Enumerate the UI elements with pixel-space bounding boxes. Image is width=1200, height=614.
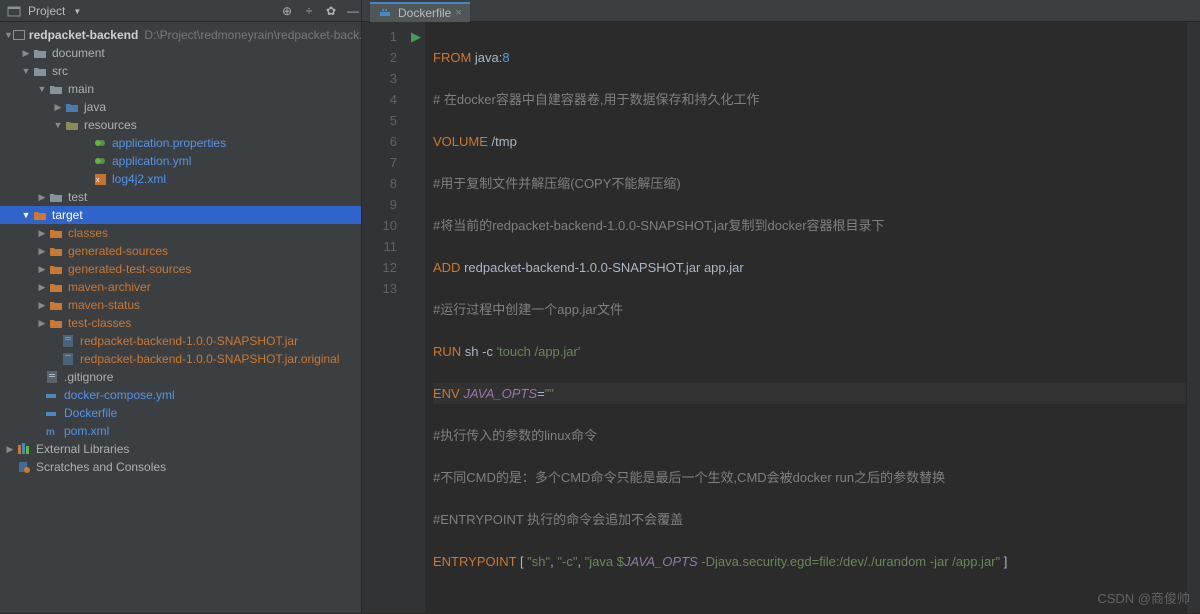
libraries-icon [16,442,32,456]
chevron-down-icon[interactable] [20,66,32,76]
folder-icon [32,46,48,60]
chevron-down-icon[interactable] [20,210,32,220]
docker-icon [378,5,394,21]
tree-external-libraries[interactable]: External Libraries [0,440,361,458]
top-bar: Project ▼ ⊕ ÷ ✿ — Dockerfile × [0,0,1200,22]
svg-text:m: m [46,427,55,437]
chevron-right-icon[interactable] [36,192,48,203]
excluded-folder-icon [32,208,48,222]
editor-scrollbar[interactable] [1186,22,1200,613]
text-file-icon [44,370,60,384]
tree-target[interactable]: target [0,206,361,224]
project-tool-header: Project ▼ ⊕ ÷ ✿ — [0,0,362,22]
watermark: CSDN @商俊帅 [1097,588,1190,609]
tree-scratches[interactable]: Scratches and Consoles [0,458,361,476]
tree-document[interactable]: document [0,44,361,62]
excluded-folder-icon [48,298,64,312]
main-area: redpacket-backend D:\Project\redmoneyrai… [0,22,1200,613]
settings-icon[interactable]: ✿ [323,3,339,19]
excluded-folder-icon [48,262,64,276]
yml-file-icon [92,154,108,168]
project-icon [6,3,22,19]
source-folder-icon [64,100,80,114]
jar-file-icon [60,352,76,366]
editor-tabs: Dockerfile × [362,0,1200,21]
root-name: redpacket-backend [29,28,138,42]
tree-main[interactable]: main [0,80,361,98]
tab-dockerfile[interactable]: Dockerfile × [370,2,470,22]
docker-file-icon [44,406,60,420]
select-opened-icon[interactable]: ⊕ [279,3,295,19]
docker-file-icon [44,388,60,402]
close-icon[interactable]: × [455,7,461,19]
tree-src[interactable]: src [0,62,361,80]
tree-log4j2[interactable]: x log4j2.xml [0,170,361,188]
tree-app-props[interactable]: application.properties [0,134,361,152]
chevron-right-icon[interactable] [36,246,48,257]
excluded-folder-icon [48,244,64,258]
chevron-down-icon[interactable] [4,30,13,40]
expand-all-icon[interactable]: ÷ [301,3,317,19]
resources-folder-icon [64,118,80,132]
chevron-right-icon[interactable] [20,48,32,59]
tree-dockerfile[interactable]: Dockerfile [0,404,361,422]
tree-gen-test-sources[interactable]: generated-test-sources [0,260,361,278]
chevron-right-icon[interactable] [36,318,48,329]
excluded-folder-icon [48,280,64,294]
scratches-icon [16,460,32,474]
maven-file-icon: m [44,424,60,438]
chevron-right-icon[interactable] [36,228,48,239]
xml-file-icon: x [92,172,108,186]
tree-maven-archiver[interactable]: maven-archiver [0,278,361,296]
root-path: D:\Project\redmoneyrain\redpacket-back..… [144,28,362,42]
project-dropdown-icon[interactable]: ▼ [73,7,81,16]
tree-resources[interactable]: resources [0,116,361,134]
tree-jar[interactable]: redpacket-backend-1.0.0-SNAPSHOT.jar [0,332,361,350]
code-area[interactable]: FROM java:8 # 在docker容器中自建容器卷,用于数据保存和持久化… [425,22,1186,613]
tab-label: Dockerfile [398,6,451,20]
folder-icon [48,82,64,96]
chevron-down-icon[interactable] [36,84,48,94]
chevron-right-icon[interactable] [4,444,16,455]
chevron-right-icon[interactable] [36,282,48,293]
chevron-right-icon[interactable] [36,264,48,275]
tree-app-yml[interactable]: application.yml [0,152,361,170]
tree-pom[interactable]: m pom.xml [0,422,361,440]
tree-java[interactable]: java [0,98,361,116]
tree-jar-original[interactable]: redpacket-backend-1.0.0-SNAPSHOT.jar.ori… [0,350,361,368]
excluded-folder-icon [48,226,64,240]
tree-docker-compose[interactable]: docker-compose.yml [0,386,361,404]
project-title[interactable]: Project [28,4,65,18]
tree-gen-sources[interactable]: generated-sources [0,242,361,260]
folder-icon [32,64,48,78]
jar-file-icon [60,334,76,348]
run-gutter-icon[interactable]: ▶ [407,26,425,47]
properties-file-icon [92,136,108,150]
line-number-gutter: 12345678910111213 [362,22,407,613]
folder-icon [48,190,64,204]
tree-test-classes[interactable]: test-classes [0,314,361,332]
svg-text:x: x [96,177,100,184]
chevron-right-icon[interactable] [52,102,64,113]
excluded-folder-icon [48,316,64,330]
hide-icon[interactable]: — [345,3,361,19]
module-icon [13,28,25,42]
tree-test[interactable]: test [0,188,361,206]
chevron-right-icon[interactable] [36,300,48,311]
project-tree[interactable]: redpacket-backend D:\Project\redmoneyrai… [0,22,362,613]
gutter-icons: ▶ [407,22,425,613]
tree-maven-status[interactable]: maven-status [0,296,361,314]
tree-gitignore[interactable]: .gitignore [0,368,361,386]
tree-classes[interactable]: classes [0,224,361,242]
chevron-down-icon[interactable] [52,120,64,130]
tree-root[interactable]: redpacket-backend D:\Project\redmoneyrai… [0,26,361,44]
code-editor[interactable]: 12345678910111213 ▶ FROM java:8 # 在docke… [362,22,1200,613]
